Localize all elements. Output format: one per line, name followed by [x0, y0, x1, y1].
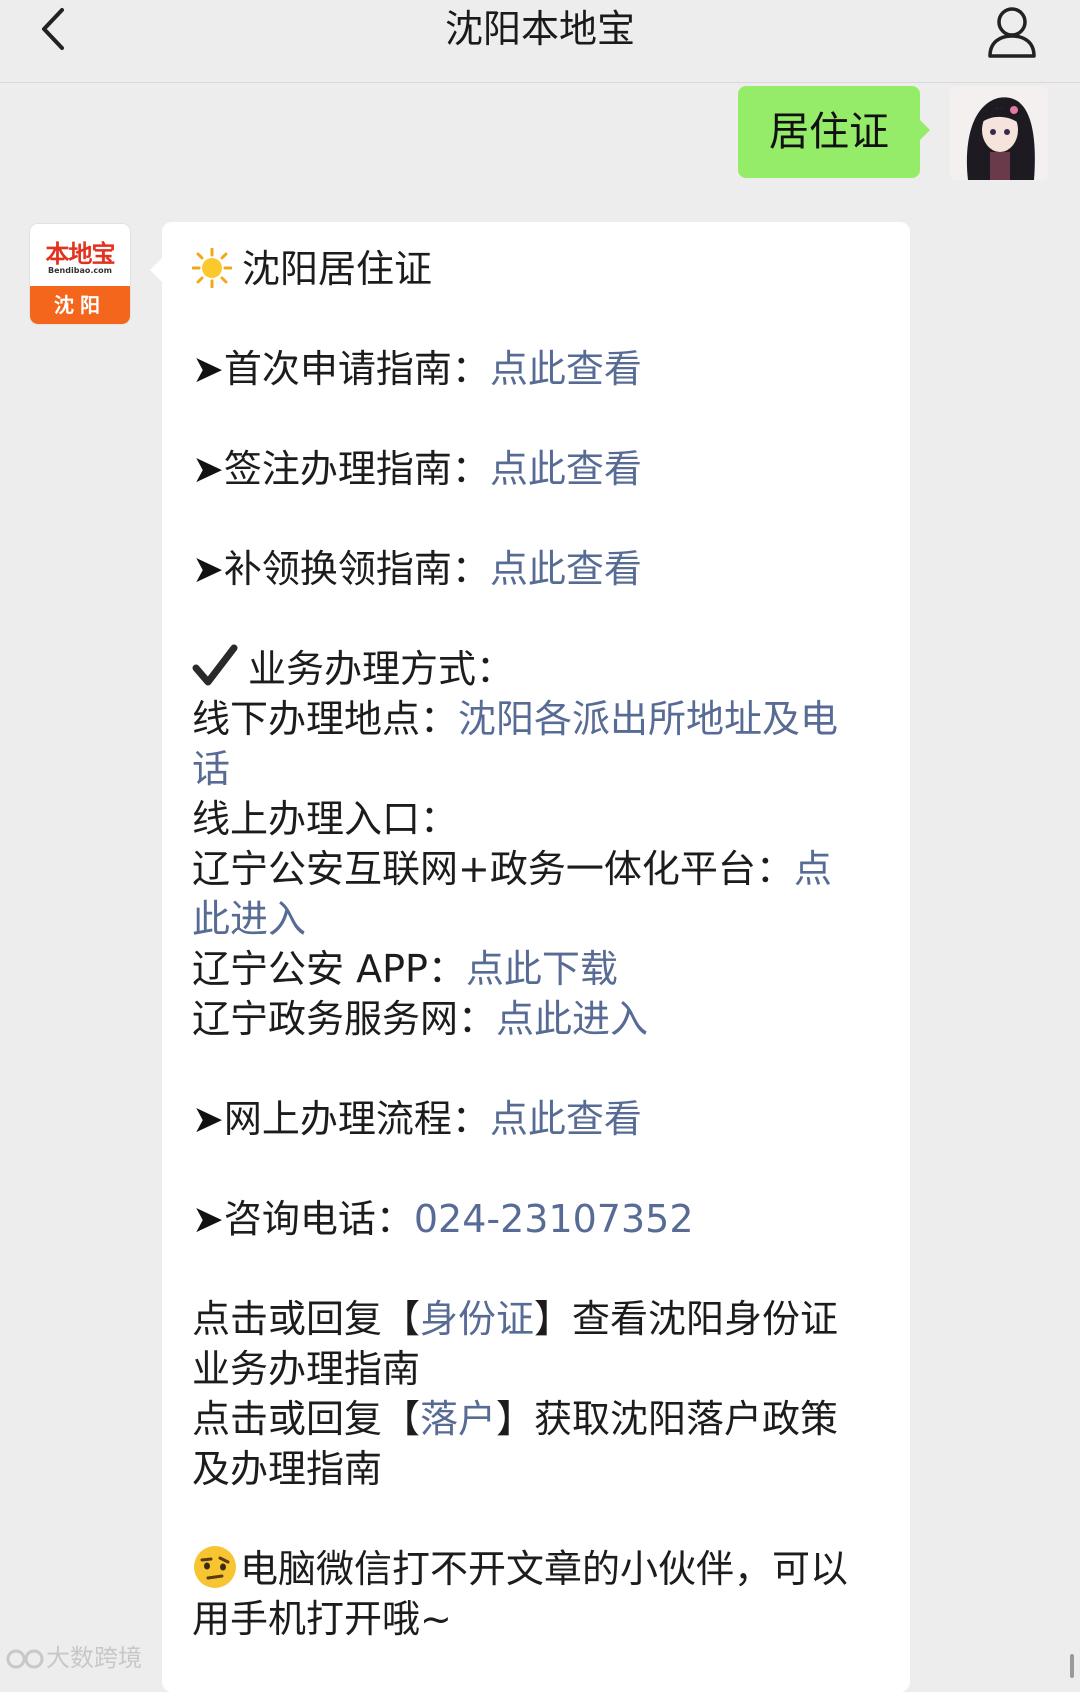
incoming-message-bubble: 沈阳居住证 ➤首次申请指南：点此查看 ➤签注办理指南：点此查看 ➤补领换领指南：… — [162, 222, 910, 1692]
endorsement-guide-link[interactable]: 点此查看 — [490, 447, 642, 491]
process-label: 网上办理流程： — [223, 1097, 490, 1141]
pc-note-line-cont: 用手机打开哦~ — [192, 1594, 892, 1644]
id-card-line: 点击或回复【身份证】查看沈阳身份证 — [192, 1294, 892, 1344]
offline-line: 线下办理地点：沈阳各派出所地址及电 — [192, 694, 892, 744]
chat-title: 沈阳本地宝 — [444, 7, 635, 51]
first-application-link[interactable]: 点此查看 — [490, 347, 642, 391]
id-line2: 业务办理指南 — [192, 1347, 421, 1391]
guide-label: 补领换领指南： — [223, 547, 490, 591]
id-suffix: 】查看沈阳身份证 — [534, 1297, 839, 1341]
profile-button[interactable] — [984, 4, 1040, 60]
arrow-bullet-icon: ➤ — [192, 547, 224, 591]
platform-label: 辽宁公安互联网+政务一体化平台： — [192, 847, 794, 891]
pc-note-line: 电脑微信打不开文章的小伙伴，可以 — [192, 1544, 892, 1594]
pc-note-text: 电脑微信打不开文章的小伙伴，可以 — [240, 1547, 849, 1591]
checkmark-icon — [192, 644, 238, 686]
watermark: 大数跨境 — [0, 1638, 142, 1678]
avatar-brand: 本地宝 — [45, 239, 116, 268]
reply-title-line: 沈阳居住证 — [192, 244, 892, 294]
app-download-link[interactable]: 点此下载 — [466, 947, 618, 991]
platform-line-cont: 此进入 — [192, 894, 892, 944]
process-line: ➤网上办理流程：点此查看 — [192, 1094, 892, 1144]
app-line: 辽宁公安 APP：点此下载 — [192, 944, 892, 994]
offline-line-cont: 话 — [192, 744, 892, 794]
hukou-line2: 及办理指南 — [192, 1447, 383, 1491]
guide-label: 签注办理指南： — [223, 447, 490, 491]
replacement-guide-link[interactable]: 点此查看 — [490, 547, 642, 591]
scrollbar[interactable] — [1070, 1654, 1074, 1678]
id-prefix: 点击或回复【 — [192, 1297, 421, 1341]
hukou-suffix: 】获取沈阳落户政策 — [496, 1397, 839, 1441]
avatar-city: 沈阳 — [30, 286, 130, 324]
arrow-bullet-icon: ➤ — [192, 1197, 224, 1241]
id-card-link[interactable]: 身份证 — [420, 1297, 534, 1341]
phone-label: 咨询电话： — [223, 1197, 414, 1241]
online-label: 线上办理入口： — [192, 797, 459, 841]
platform-link-cont[interactable]: 此进入 — [192, 897, 306, 941]
arrow-bullet-icon: ➤ — [192, 447, 224, 491]
gov-service-link[interactable]: 点此进入 — [496, 997, 648, 1041]
chat-header: 沈阳本地宝 — [0, 0, 1080, 83]
gov-label: 辽宁政务服务网： — [192, 997, 497, 1041]
guide-label: 首次申请指南： — [223, 347, 490, 391]
outgoing-bubble-tail — [918, 118, 930, 142]
bendibao-avatar[interactable]: 本地宝 Bendibao.com 沈阳 — [30, 224, 130, 324]
user-avatar[interactable] — [950, 86, 1048, 180]
offline-label: 线下办理地点： — [192, 697, 459, 741]
app-label: 辽宁公安 APP： — [192, 947, 466, 991]
avatar-site: Bendibao.com — [48, 266, 112, 275]
reply-title: 沈阳居住证 — [242, 247, 433, 291]
platform-line: 辽宁公安互联网+政务一体化平台：点 — [192, 844, 892, 894]
id-card-line-cont: 业务办理指南 — [192, 1344, 892, 1394]
arrow-bullet-icon: ➤ — [192, 347, 224, 391]
watermark-logo-icon — [6, 1649, 44, 1669]
guide-item: ➤补领换领指南：点此查看 — [192, 544, 892, 594]
incoming-bubble-tail — [150, 258, 162, 282]
gov-line: 辽宁政务服务网：点此进入 — [192, 994, 892, 1044]
sun-icon — [192, 248, 232, 288]
arrow-bullet-icon: ➤ — [192, 1097, 224, 1141]
online-label-line: 线上办理入口： — [192, 794, 892, 844]
phone-line: ➤咨询电话：024-23107352 — [192, 1194, 892, 1244]
hukou-line-cont: 及办理指南 — [192, 1444, 892, 1494]
guide-item: ➤签注办理指南：点此查看 — [192, 444, 892, 494]
method-heading-line: 业务办理方式： — [192, 644, 892, 694]
hukou-link[interactable]: 落户 — [420, 1397, 496, 1441]
police-station-address-link-cont[interactable]: 话 — [192, 747, 230, 791]
guide-item: ➤首次申请指南：点此查看 — [192, 344, 892, 394]
person-icon — [988, 7, 1036, 58]
anime-girl-avatar-icon — [950, 86, 1048, 180]
outgoing-message-bubble[interactable]: 居住证 — [738, 86, 920, 178]
avatar-logo-top: 本地宝 Bendibao.com — [30, 224, 130, 286]
police-station-address-link[interactable]: 沈阳各派出所地址及电 — [458, 697, 838, 741]
method-heading: 业务办理方式： — [248, 647, 515, 691]
thinking-face-icon — [194, 1546, 236, 1588]
watermark-text: 大数跨境 — [46, 1644, 142, 1672]
hukou-line: 点击或回复【落户】获取沈阳落户政策 — [192, 1394, 892, 1444]
online-process-link[interactable]: 点此查看 — [490, 1097, 642, 1141]
phone-number-link[interactable]: 024-23107352 — [414, 1197, 694, 1241]
message-content: 沈阳居住证 ➤首次申请指南：点此查看 ➤签注办理指南：点此查看 ➤补领换领指南：… — [192, 244, 892, 1644]
hukou-prefix: 点击或回复【 — [192, 1397, 421, 1441]
platform-link[interactable]: 点 — [794, 847, 832, 891]
pc-note-text-cont: 用手机打开哦~ — [192, 1597, 452, 1641]
